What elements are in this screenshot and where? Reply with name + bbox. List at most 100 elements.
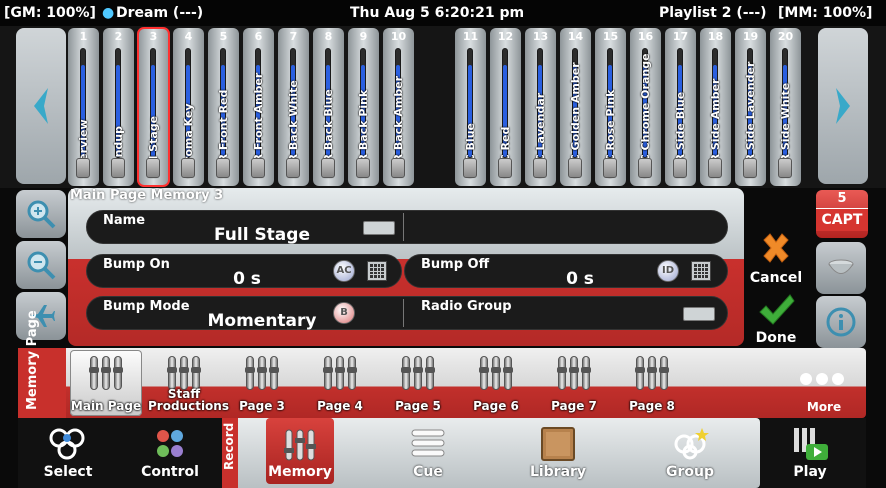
fader-8[interactable]: 8 PAR Back Blue (313, 28, 344, 186)
fader-number: 9 (359, 30, 368, 43)
fader-knob[interactable] (708, 158, 722, 178)
fader-knob[interactable] (533, 158, 547, 178)
fader-1[interactable]: 1 Interview (68, 28, 99, 186)
fader-15[interactable]: 15 CYC Rose Pink (595, 28, 626, 186)
fader-knob[interactable] (216, 158, 230, 178)
cancel-button[interactable]: Cancel (746, 230, 806, 286)
more-button[interactable]: More (788, 400, 860, 414)
fader-knob[interactable] (743, 158, 757, 178)
fader-knob[interactable] (568, 158, 582, 178)
bowl-button[interactable] (816, 242, 866, 294)
fader-10[interactable]: 10 PAR Back Amber (383, 28, 414, 186)
capture-count: 5 (837, 191, 847, 206)
airplane-mode-button[interactable] (16, 292, 66, 340)
memory-page-7[interactable]: Page 7 (538, 350, 610, 416)
page-sliders-icon (398, 356, 438, 390)
bump-off-value: 0 s (566, 269, 594, 289)
name-field[interactable]: Name Full Stage (86, 210, 728, 245)
next-bank-button[interactable] (818, 28, 868, 184)
bump-on-field[interactable]: Bump On 0 s AC (86, 254, 402, 289)
fader-knob[interactable] (463, 158, 477, 178)
more-icon[interactable] (800, 370, 848, 389)
record-side-label: Record (222, 418, 238, 488)
fader-knob[interactable] (778, 158, 792, 178)
fader-knob[interactable] (111, 158, 125, 178)
select-button[interactable]: Select (18, 418, 118, 488)
fader-knob[interactable] (673, 158, 687, 178)
time-icon[interactable]: ID (657, 260, 679, 282)
fader-9[interactable]: 9 PAR Back Pink (348, 28, 379, 186)
memory-page-8[interactable]: Page 8 (616, 350, 688, 416)
keypad-icon[interactable] (367, 261, 387, 281)
fader-number: 5 (219, 30, 228, 43)
zoom-in-button[interactable] (16, 190, 66, 238)
cue-button[interactable]: Cue (388, 418, 468, 488)
memory-page-5[interactable]: Page 5 (382, 350, 454, 416)
group-circles-icon (674, 428, 709, 460)
fader-18[interactable]: 18 PAR Side Amber (700, 28, 731, 186)
memory-sliders-icon (284, 429, 316, 461)
keyboard-icon[interactable] (363, 221, 395, 235)
library-button[interactable]: Library (518, 418, 598, 488)
capture-button[interactable]: 5 CAPT (816, 190, 868, 238)
fader-knob[interactable] (321, 158, 335, 178)
chevron-right-icon (836, 88, 850, 124)
fader-7[interactable]: 7 PAR Back White (278, 28, 309, 186)
control-button[interactable]: Control (118, 418, 222, 488)
previous-bank-button[interactable] (16, 28, 66, 184)
fader-20[interactable]: 20 PAR Side White (770, 28, 801, 186)
fader-knob[interactable] (638, 158, 652, 178)
memory-master-level: [MM: 100%] (778, 5, 873, 21)
memory-page-label: Main Page (70, 399, 142, 413)
clock: Thu Aug 5 6:20:21 pm (350, 5, 525, 21)
fader-11[interactable]: 11 CYC Blue (455, 28, 486, 186)
group-button[interactable]: Group (650, 418, 730, 488)
fader-14[interactable]: 14 CYC Golden Amber (560, 28, 591, 186)
play-label: Play (793, 464, 827, 480)
memory-page-label: Staff Productions (148, 387, 229, 413)
done-button[interactable]: Done (746, 290, 806, 346)
memory-page-6[interactable]: Page 6 (460, 350, 532, 416)
fader-knob[interactable] (391, 158, 405, 178)
fader-2[interactable]: 2 Standup (103, 28, 134, 186)
time-icon[interactable]: AC (333, 260, 355, 282)
info-button[interactable] (816, 296, 866, 348)
zoom-out-button[interactable] (16, 241, 66, 289)
memory-page-side-label: Memory Page (18, 310, 66, 418)
fader-5[interactable]: 5 PAR Front Red (208, 28, 239, 186)
fader-knob[interactable] (356, 158, 370, 178)
fader-number: 1 (79, 30, 88, 43)
memory-page-1[interactable]: Main Page (70, 350, 142, 416)
page-sliders-icon (320, 356, 360, 390)
memory-button[interactable]: Memory (266, 418, 334, 488)
fader-4[interactable]: 4 Chroma Key (173, 28, 204, 186)
fader-number: 12 (497, 30, 514, 43)
keyboard-icon[interactable] (683, 307, 715, 321)
fader-13[interactable]: 13 CYC Lavendar (525, 28, 556, 186)
memory-page-3[interactable]: Page 3 (226, 350, 298, 416)
fader-knob[interactable] (146, 158, 160, 178)
fader-16[interactable]: 16 CYC Chrome Orange (630, 28, 661, 186)
fader-knob[interactable] (181, 158, 195, 178)
fader-6[interactable]: 6 PAR Front Amber (243, 28, 274, 186)
bump-mode-field[interactable]: Bump Mode Momentary B Radio Group (86, 296, 728, 331)
fader-3[interactable]: 3 Full Stage (137, 27, 170, 187)
fader-knob[interactable] (251, 158, 265, 178)
info-icon (826, 307, 856, 337)
fader-knob[interactable] (76, 158, 90, 178)
fader-17[interactable]: 17 PAR Side Blue (665, 28, 696, 186)
bump-on-label: Bump On (103, 257, 170, 272)
memory-page-label: Page 7 (551, 399, 597, 413)
fader-knob[interactable] (286, 158, 300, 178)
fader-19[interactable]: 19 PAR Side Lavender (735, 28, 766, 186)
bump-off-field[interactable]: Bump Off 0 s ID (404, 254, 728, 289)
fader-12[interactable]: 12 CYC Red (490, 28, 521, 186)
checkmark-icon (759, 294, 795, 325)
memory-page-4[interactable]: Page 4 (304, 350, 376, 416)
bump-mode-icon[interactable]: B (333, 302, 355, 324)
keypad-icon[interactable] (691, 261, 711, 281)
fader-knob[interactable] (603, 158, 617, 178)
play-button[interactable]: Play (770, 418, 850, 488)
fader-knob[interactable] (498, 158, 512, 178)
memory-page-2[interactable]: Staff Productions (148, 350, 229, 416)
